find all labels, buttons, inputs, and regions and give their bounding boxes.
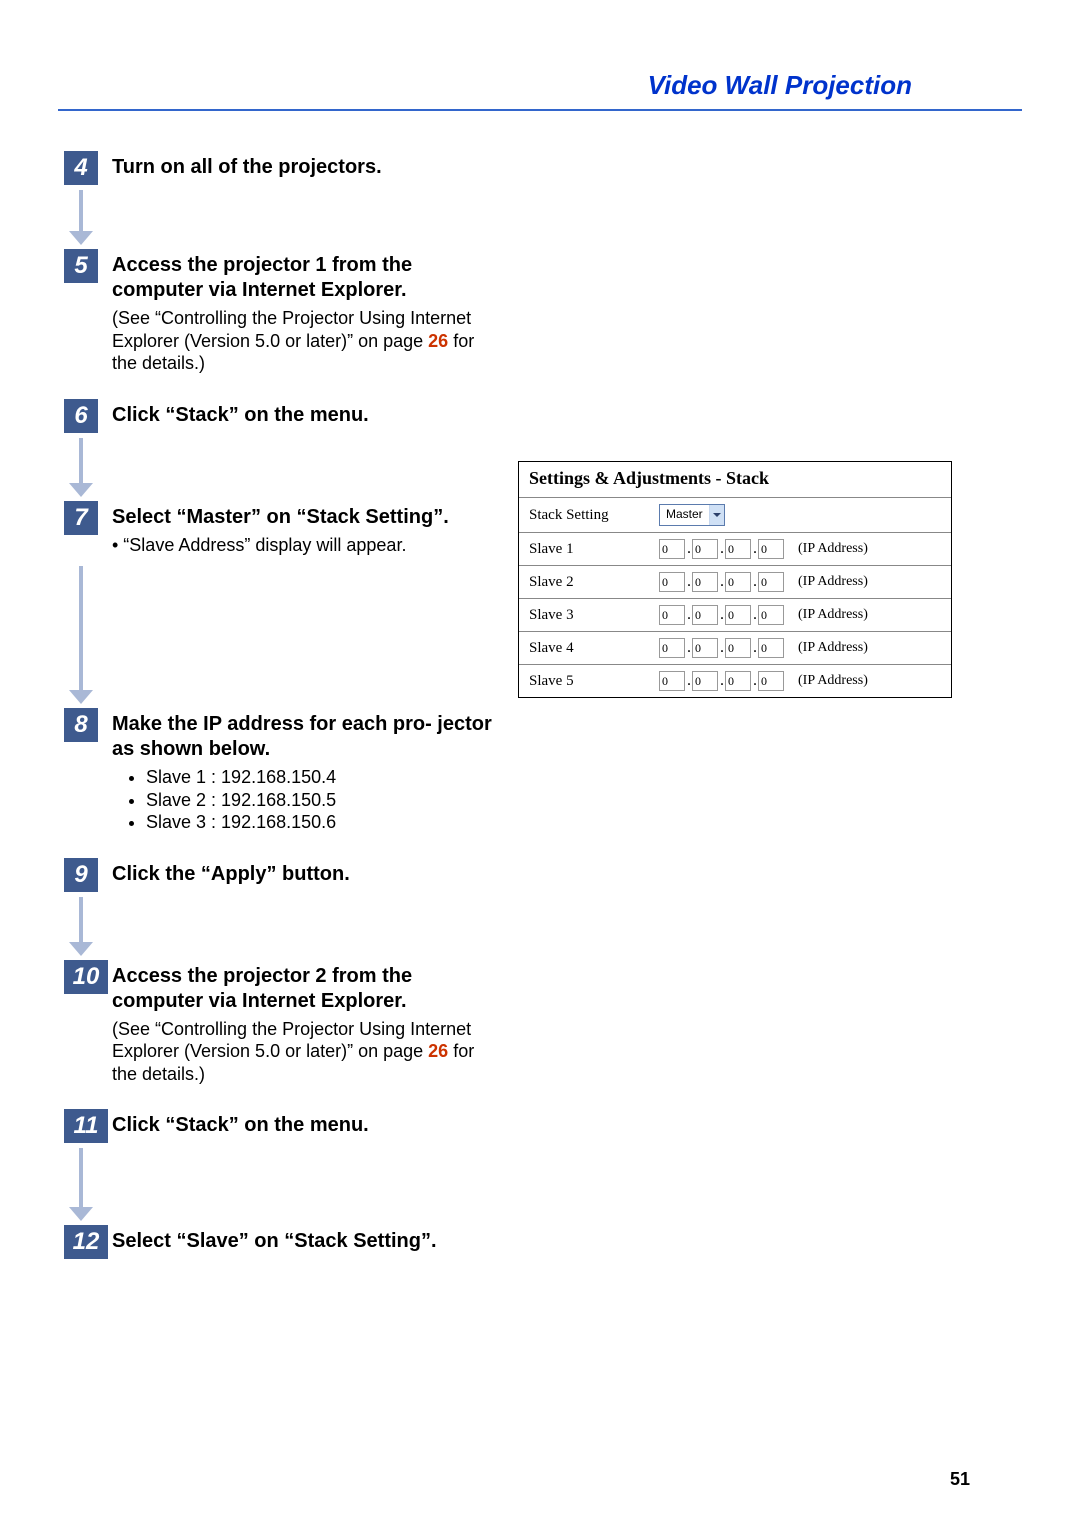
slave-row: Slave 40.0.0.0(IP Address) bbox=[519, 631, 951, 664]
step-12: 12Select “Slave” on “Stack Setting”. bbox=[58, 1225, 498, 1254]
ip-octet-input[interactable]: 0 bbox=[692, 638, 718, 658]
ip-octet-input[interactable]: 0 bbox=[725, 638, 751, 658]
left-column: 4Turn on all of the projectors.5Access t… bbox=[58, 151, 498, 1278]
slave-label: Slave 2 bbox=[529, 574, 659, 591]
step-title: Select “Master” on “Stack Setting”. bbox=[112, 501, 498, 530]
ip-octet-input[interactable]: 0 bbox=[692, 572, 718, 592]
ip-octet-input[interactable]: 0 bbox=[725, 572, 751, 592]
ip-octet-input[interactable]: 0 bbox=[758, 572, 784, 592]
step-6: 6Click “Stack” on the menu. bbox=[58, 399, 498, 428]
stack-setting-select[interactable]: Master bbox=[659, 504, 725, 526]
content-area: 4Turn on all of the projectors.5Access t… bbox=[58, 151, 1022, 1278]
ip-octet-input[interactable]: 0 bbox=[758, 638, 784, 658]
step-title: Click the “Apply” button. bbox=[112, 858, 498, 887]
step-body: (See “Controlling the Projector Using In… bbox=[112, 1018, 498, 1086]
bullet-item: Slave 2 : 192.168.150.5 bbox=[146, 789, 498, 812]
ip-octet-input[interactable]: 0 bbox=[725, 539, 751, 559]
body-text: • “Slave Address” display will appear. bbox=[112, 535, 406, 555]
page-ref-link[interactable]: 26 bbox=[428, 331, 448, 351]
step-5: 5 Access the projector 1 from the compute… bbox=[58, 249, 498, 375]
step-number-badge: 7 bbox=[64, 501, 98, 535]
slave-row: Slave 30.0.0.0(IP Address) bbox=[519, 598, 951, 631]
step-title: Click “Stack” on the menu. bbox=[112, 1109, 498, 1138]
step-11: 11Click “Stack” on the menu. bbox=[58, 1109, 498, 1138]
step-number-badge: 12 bbox=[64, 1225, 108, 1259]
step-number-badge: 5 bbox=[64, 249, 98, 283]
connector-arrow-icon bbox=[69, 190, 93, 249]
select-value: Master bbox=[660, 505, 709, 525]
connector-arrow-icon bbox=[69, 1148, 93, 1225]
step-title: Click “Stack” on the menu. bbox=[112, 399, 498, 428]
step-body: (See “Controlling the Projector Using In… bbox=[112, 307, 498, 375]
connector-arrow-icon bbox=[69, 897, 93, 960]
slave-label: Slave 1 bbox=[529, 541, 659, 558]
step-number-badge: 11 bbox=[64, 1109, 108, 1143]
connector-arrow-icon bbox=[69, 566, 93, 708]
ip-octet-input[interactable]: 0 bbox=[659, 572, 685, 592]
right-column: Settings & Adjustments - StackStack Sett… bbox=[518, 151, 1022, 1278]
ip-octet-input[interactable]: 0 bbox=[692, 539, 718, 559]
ip-octet-input[interactable]: 0 bbox=[659, 539, 685, 559]
ip-octet-input[interactable]: 0 bbox=[758, 671, 784, 691]
page-number: 51 bbox=[950, 1469, 970, 1490]
step-title: Turn on all of the projectors. bbox=[112, 151, 498, 180]
ip-octet-input[interactable]: 0 bbox=[659, 638, 685, 658]
stack-setting-label: Stack Setting bbox=[529, 507, 659, 524]
stack-setting-row: Stack SettingMaster bbox=[519, 497, 951, 532]
step-number-badge: 8 bbox=[64, 708, 98, 742]
ip-octet-input[interactable]: 0 bbox=[692, 671, 718, 691]
connector-arrow-icon bbox=[69, 438, 93, 501]
section-title: Video Wall Projection bbox=[58, 70, 1022, 111]
step-number-badge: 10 bbox=[64, 960, 108, 994]
body-text: (See “Controlling the Projector Using In… bbox=[112, 308, 471, 351]
bullet-list: Slave 1 : 192.168.150.4Slave 2 : 192.168… bbox=[130, 766, 498, 834]
step-7: 7 Select “Master” on “Stack Setting”. • “S… bbox=[58, 501, 498, 557]
step-title: Access the projector 1 from the computer… bbox=[112, 249, 498, 303]
slave-label: Slave 5 bbox=[529, 673, 659, 690]
step-8: 8 Make the IP address for each pro- jecto… bbox=[58, 708, 498, 834]
step-number-badge: 9 bbox=[64, 858, 98, 892]
step-body: • “Slave Address” display will appear. bbox=[112, 534, 498, 557]
ip-octet-input[interactable]: 0 bbox=[725, 605, 751, 625]
step-title: Select “Slave” on “Stack Setting”. bbox=[112, 1225, 498, 1254]
ip-octet-input[interactable]: 0 bbox=[725, 671, 751, 691]
page: Video Wall Projection 4Turn on all of th… bbox=[0, 0, 1080, 1528]
ip-suffix-label: (IP Address) bbox=[798, 640, 868, 656]
body-text: (See “Controlling the Projector Using In… bbox=[112, 1019, 471, 1062]
slave-label: Slave 4 bbox=[529, 640, 659, 657]
ip-suffix-label: (IP Address) bbox=[798, 673, 868, 689]
chevron-down-icon bbox=[709, 505, 724, 525]
bullet-item: Slave 3 : 192.168.150.6 bbox=[146, 811, 498, 834]
panel-title: Settings & Adjustments - Stack bbox=[519, 462, 951, 497]
ip-suffix-label: (IP Address) bbox=[798, 574, 868, 590]
step-9: 9Click the “Apply” button. bbox=[58, 858, 498, 887]
bullet-item: Slave 1 : 192.168.150.4 bbox=[146, 766, 498, 789]
ip-octet-input[interactable]: 0 bbox=[659, 605, 685, 625]
page-ref-link[interactable]: 26 bbox=[428, 1041, 448, 1061]
ip-suffix-label: (IP Address) bbox=[798, 541, 868, 557]
slave-row: Slave 10.0.0.0(IP Address) bbox=[519, 532, 951, 565]
ip-octet-input[interactable]: 0 bbox=[692, 605, 718, 625]
slave-label: Slave 3 bbox=[529, 607, 659, 624]
step-title: Make the IP address for each pro- jector… bbox=[112, 708, 498, 762]
step-10: 10Access the projector 2 from the comput… bbox=[58, 960, 498, 1086]
slave-row: Slave 20.0.0.0(IP Address) bbox=[519, 565, 951, 598]
step-title: Access the projector 2 from the computer… bbox=[112, 960, 498, 1014]
slave-row: Slave 50.0.0.0(IP Address) bbox=[519, 664, 951, 698]
ip-octet-input[interactable]: 0 bbox=[758, 605, 784, 625]
step-number-badge: 6 bbox=[64, 399, 98, 433]
step-4: 4Turn on all of the projectors. bbox=[58, 151, 498, 180]
settings-panel: Settings & Adjustments - StackStack Sett… bbox=[518, 461, 952, 698]
step-number-badge: 4 bbox=[64, 151, 98, 185]
ip-suffix-label: (IP Address) bbox=[798, 607, 868, 623]
ip-octet-input[interactable]: 0 bbox=[659, 671, 685, 691]
ip-octet-input[interactable]: 0 bbox=[758, 539, 784, 559]
